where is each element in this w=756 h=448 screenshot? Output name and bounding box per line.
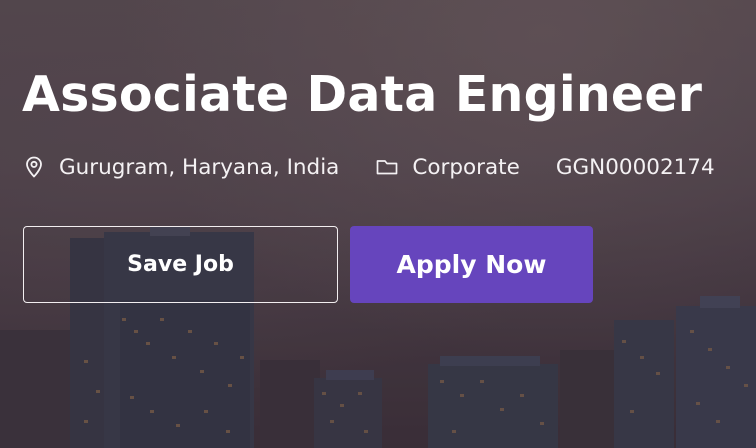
location-pin-icon (22, 155, 46, 179)
job-meta-row: Gurugram, Haryana, India Corporate GGN00… (22, 150, 715, 184)
job-id-text: GGN00002174 (555, 154, 715, 180)
folder-icon (375, 155, 399, 179)
job-category-text: Corporate (412, 154, 520, 180)
save-job-button[interactable]: Save Job (23, 226, 338, 303)
job-location-text: Gurugram, Haryana, India (59, 154, 340, 180)
job-title: Associate Data Engineer (22, 66, 703, 123)
job-category: Corporate (375, 154, 520, 180)
apply-now-button[interactable]: Apply Now (350, 226, 593, 303)
job-id: GGN00002174 (556, 155, 715, 180)
job-location: Gurugram, Haryana, India (22, 155, 339, 180)
